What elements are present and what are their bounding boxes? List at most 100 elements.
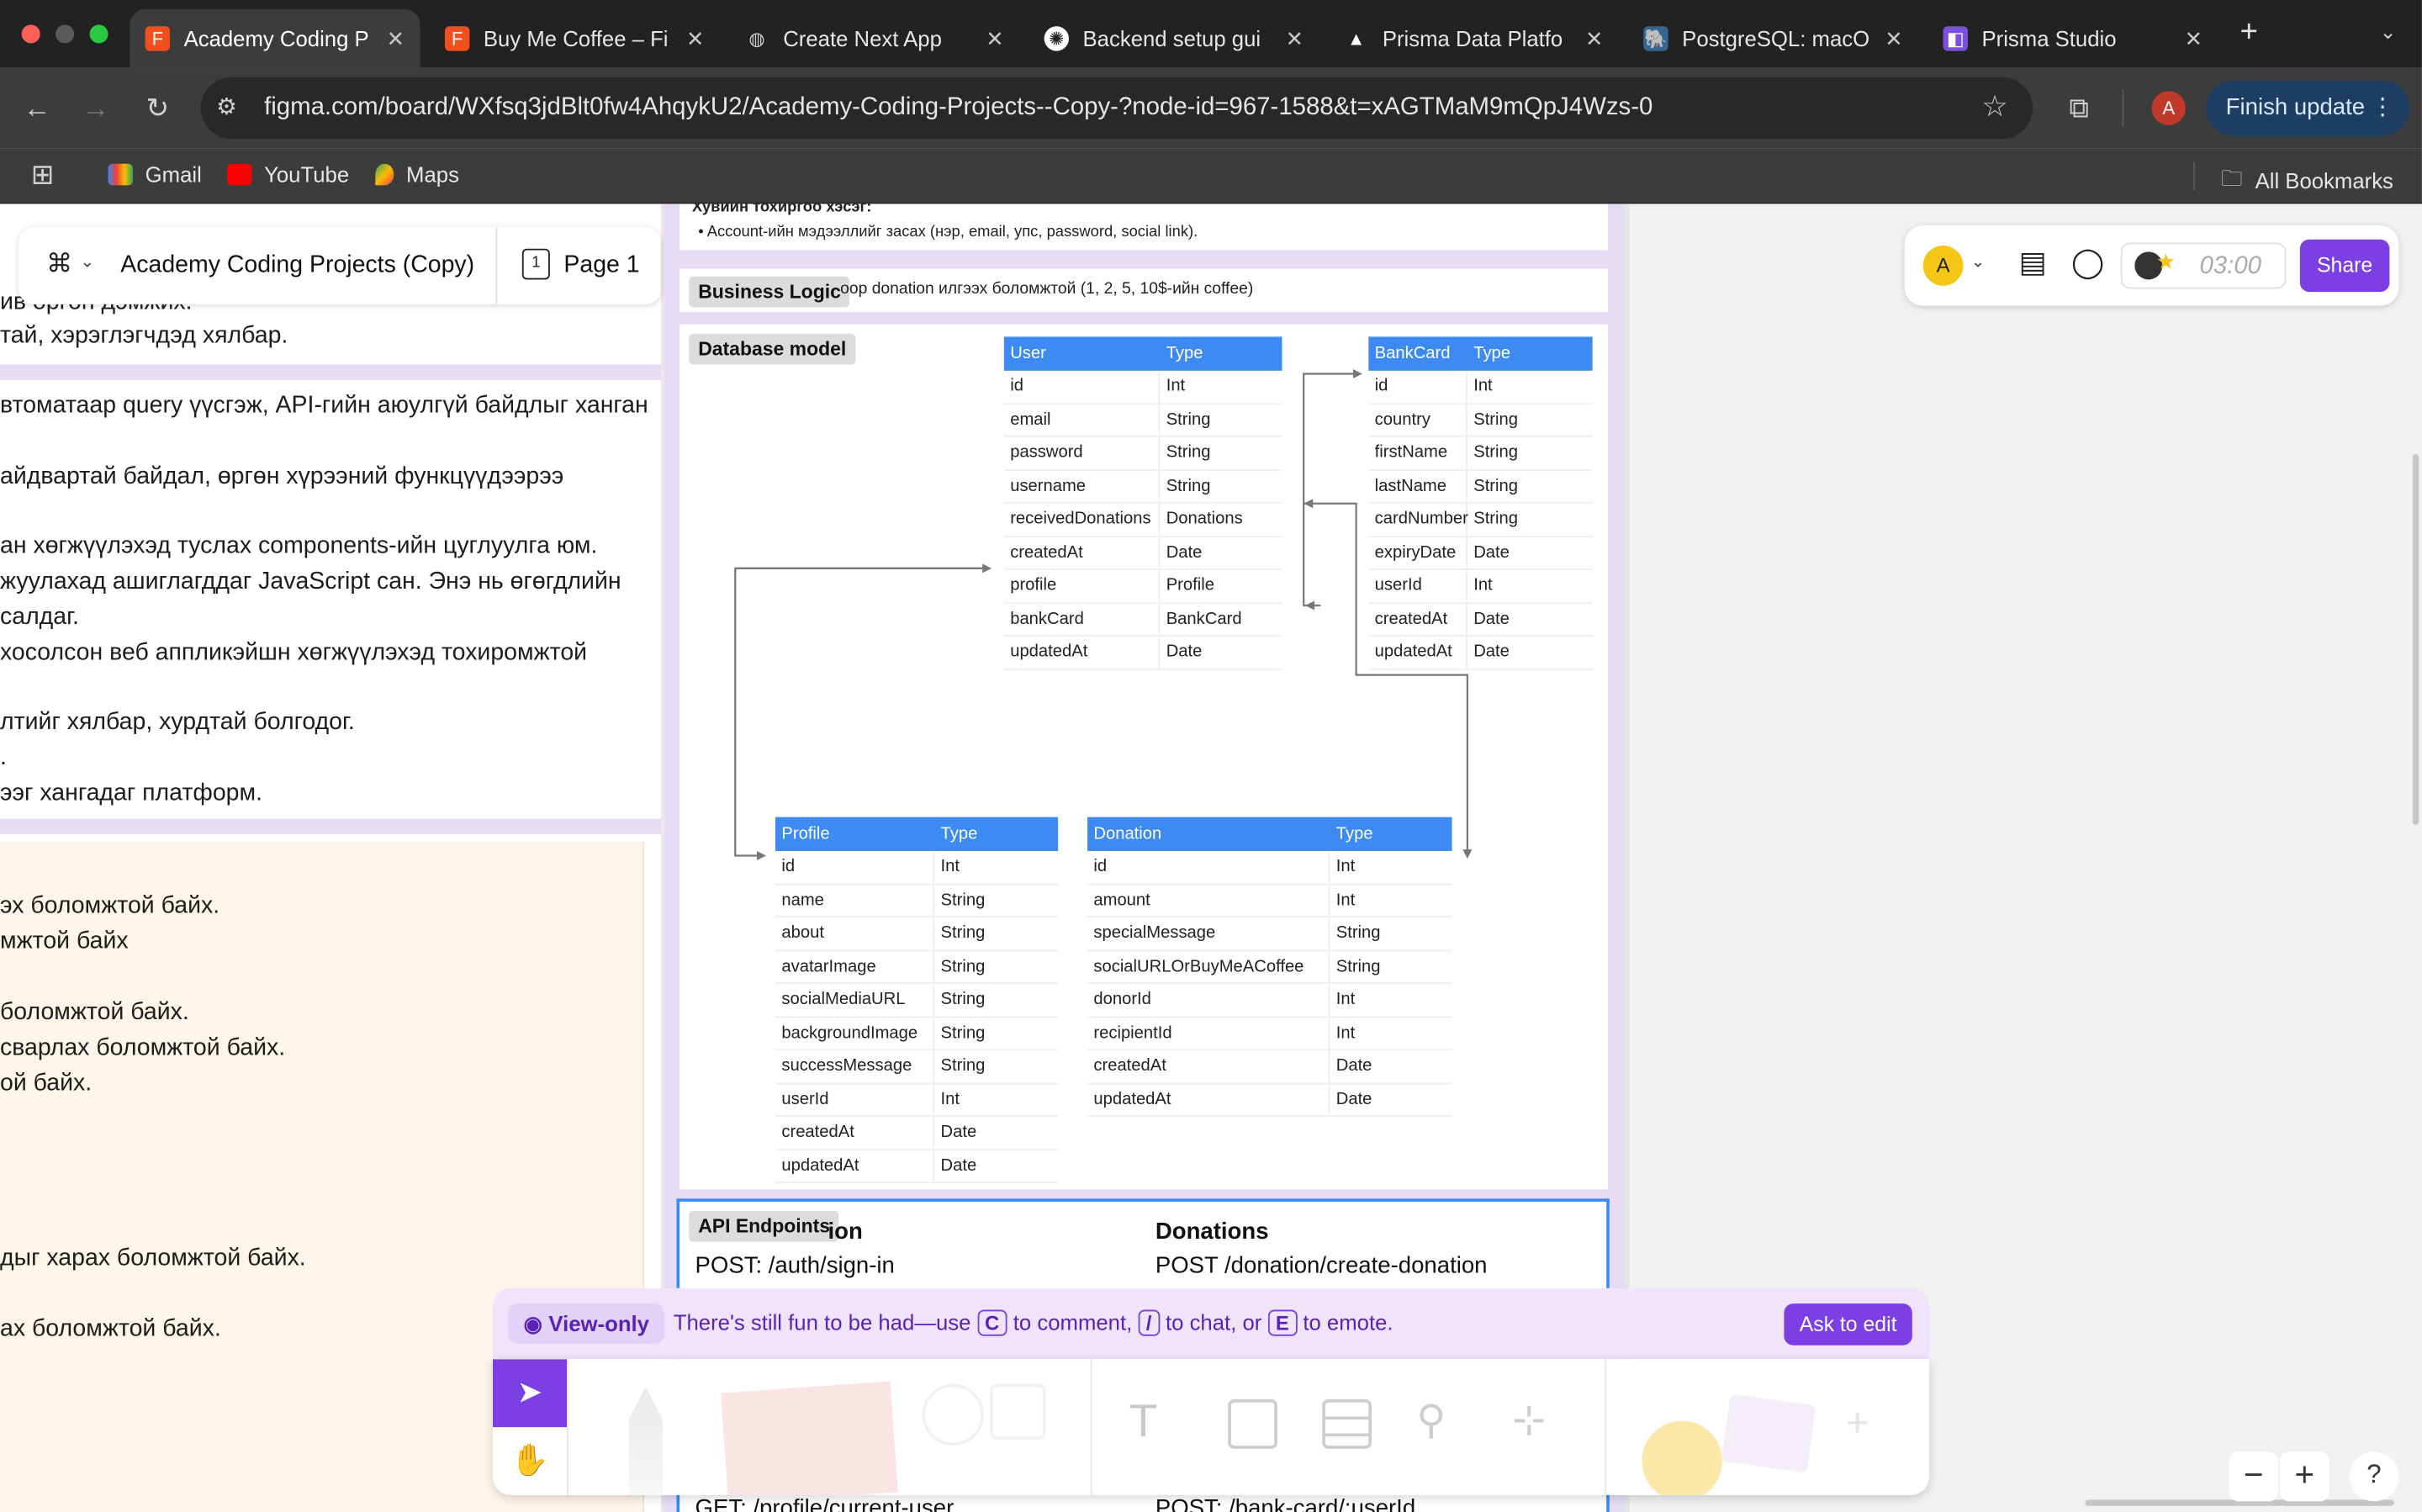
- new-tab-button[interactable]: +: [2230, 14, 2267, 51]
- text-tool-icon[interactable]: T: [1129, 1396, 1158, 1448]
- apps-grid-icon[interactable]: ⊞: [31, 159, 55, 192]
- comment-icon[interactable]: ◯: [2071, 246, 2104, 281]
- minimize-window-button[interactable]: [56, 24, 75, 44]
- tab-backend-setup[interactable]: ✺ Backend setup gui ✕: [1029, 9, 1319, 68]
- tab-prisma-data-platform[interactable]: ▲ Prisma Data Platfo ✕: [1329, 9, 1619, 68]
- table-row: id Int: [1003, 370, 1282, 404]
- table-row: expiryDate Date: [1368, 537, 1593, 570]
- more-vert-icon[interactable]: ⋮: [2371, 93, 2394, 120]
- table-tool-icon[interactable]: [1322, 1399, 1372, 1449]
- message-text: to chat, or: [1165, 1309, 1262, 1335]
- close-tab-icon[interactable]: ✕: [2185, 25, 2203, 51]
- bookmark-gmail[interactable]: Gmail: [108, 162, 202, 187]
- close-tab-icon[interactable]: ✕: [1286, 25, 1304, 51]
- section-tool-icon[interactable]: [1228, 1399, 1277, 1449]
- url-text: figma.com/board/WXfsq3jdBlt0fw4AhqykU2/A…: [264, 94, 1653, 121]
- close-tab-icon[interactable]: ✕: [387, 25, 405, 51]
- close-tab-icon[interactable]: ✕: [986, 25, 1004, 51]
- zoom-in-button[interactable]: +: [2279, 1451, 2329, 1502]
- address-bar[interactable]: ⚙ figma.com/board/WXfsq3jdBlt0fw4AhqykU2…: [200, 77, 2033, 140]
- more-tools-icon[interactable]: ⊹: [1512, 1396, 1546, 1444]
- forward-arrow-icon[interactable]: →: [77, 90, 114, 127]
- api-auth-heading: ion: [828, 1219, 863, 1245]
- table-row: password String: [1003, 436, 1282, 471]
- field-name: id: [1087, 851, 1330, 883]
- view-only-pill[interactable]: ◉ View-only: [508, 1303, 665, 1344]
- sticky-note-icon[interactable]: [721, 1381, 898, 1495]
- bookmark-youtube[interactable]: YouTube: [226, 162, 349, 187]
- header-divider: [495, 226, 498, 304]
- chevron-down-icon[interactable]: ⌄: [1971, 251, 1986, 272]
- tab-postgresql[interactable]: 🐘 PostgreSQL: macO ✕: [1628, 9, 1918, 68]
- tab-prisma-studio[interactable]: ◧ Prisma Studio ✕: [1928, 9, 2218, 68]
- prisma-icon: ▲: [1346, 28, 1366, 50]
- field-name: expiryDate: [1368, 537, 1467, 568]
- zoom-out-button[interactable]: −: [2229, 1451, 2279, 1502]
- table-row: userId Int: [775, 1083, 1059, 1117]
- back-arrow-icon[interactable]: ←: [19, 90, 56, 127]
- table-row: profile Profile: [1003, 569, 1282, 604]
- file-title[interactable]: Academy Coding Projects (Copy): [120, 251, 474, 279]
- tab-search-chevron-icon[interactable]: ⌄: [2369, 14, 2406, 51]
- doc-line: дыг харах боломжтой байх.: [0, 1245, 306, 1271]
- select-tool-button[interactable]: ➤: [492, 1359, 568, 1428]
- all-bookmarks[interactable]: 🗀 All Bookmarks: [2221, 162, 2393, 199]
- finish-update-button[interactable]: Finish update ⋮: [2205, 80, 2410, 136]
- tab-title: Prisma Studio: [1981, 26, 2117, 51]
- api-endpoints-label: API Endpoints: [689, 1210, 840, 1242]
- close-tab-icon[interactable]: ✕: [1885, 25, 1903, 51]
- bookmark-maps[interactable]: Maps: [375, 162, 459, 187]
- table-row: createdAt Date: [1087, 1049, 1452, 1084]
- donation-table: Donation Type id Int amount Int specialMessag…: [1087, 817, 1452, 1117]
- shapes-tool-icon[interactable]: [922, 1383, 984, 1446]
- table-row: updatedAt Date: [1087, 1083, 1452, 1117]
- field-name: profile: [1004, 569, 1161, 602]
- stamp-tool-icon[interactable]: ⚲: [1416, 1396, 1446, 1444]
- close-window-button[interactable]: [21, 24, 40, 44]
- gmail-icon: [108, 163, 133, 186]
- share-button[interactable]: Share: [2299, 239, 2390, 293]
- page-selector[interactable]: Page 1: [563, 251, 639, 279]
- table-row: country String: [1368, 404, 1593, 437]
- table-row: firstName String: [1368, 436, 1593, 471]
- pencil-tool-icon[interactable]: [628, 1387, 663, 1495]
- reload-icon[interactable]: ↻: [139, 90, 176, 127]
- close-tab-icon[interactable]: ✕: [1585, 25, 1604, 51]
- help-button[interactable]: ?: [2349, 1451, 2399, 1502]
- bookmarks-bar: ⊞ Gmail YouTube Maps 🗀 All Bookmarks: [0, 148, 2422, 204]
- widgets-emoji-icon[interactable]: [1642, 1420, 1722, 1495]
- add-tool-icon[interactable]: +: [1846, 1399, 1869, 1447]
- figma-canvas[interactable]: — — — — ив өргөн дэмжих. тай, хэрэглэгчд…: [0, 204, 2422, 1512]
- table-row: backgroundImage String: [775, 1017, 1059, 1050]
- chevron-down-icon[interactable]: ⌄: [81, 251, 95, 272]
- table-header: Type: [1335, 824, 1373, 843]
- field-name: createdAt: [1368, 603, 1467, 635]
- tab-buy-me-coffee[interactable]: F Buy Me Coffee – Fi ✕: [430, 9, 720, 68]
- api-donations-heading: Donations: [1155, 1219, 1269, 1245]
- globe-icon: ◍: [748, 28, 765, 50]
- hand-tool-button[interactable]: ✋: [493, 1427, 567, 1495]
- field-type: Int: [1166, 377, 1186, 396]
- field-type: String: [1166, 477, 1211, 496]
- doc-line: втоматаар query үүсгэж, API-гийн аюулгүй…: [0, 392, 648, 419]
- bookmark-star-icon[interactable]: ☆: [1981, 90, 2007, 125]
- field-type: String: [940, 990, 986, 1009]
- field-type: Date: [1473, 642, 1510, 662]
- layout-icon[interactable]: ▤: [2019, 246, 2047, 281]
- figma-menu-icon[interactable]: ⌘: [46, 249, 72, 280]
- tab-create-next-app[interactable]: ◍ Create Next App ✕: [729, 9, 1019, 68]
- ask-to-edit-button[interactable]: Ask to edit: [1784, 1303, 1912, 1345]
- vertical-scrollbar[interactable]: [2412, 453, 2419, 825]
- tab-academy-coding[interactable]: F Academy Coding P ✕: [130, 9, 420, 68]
- extensions-icon[interactable]: ⧉: [2060, 90, 2097, 127]
- user-avatar[interactable]: A: [1922, 246, 1964, 286]
- profile-avatar[interactable]: A: [2151, 91, 2186, 125]
- field-type: Profile: [1166, 576, 1214, 595]
- field-type: Int: [940, 857, 960, 876]
- timer-widget[interactable]: ★ 03:00: [2120, 242, 2287, 289]
- field-name: socialMediaURL: [775, 983, 935, 1016]
- site-settings-icon[interactable]: ⚙: [216, 93, 237, 120]
- field-name: specialMessage: [1087, 917, 1330, 949]
- close-tab-icon[interactable]: ✕: [686, 25, 705, 51]
- maximize-window-button[interactable]: [89, 24, 108, 44]
